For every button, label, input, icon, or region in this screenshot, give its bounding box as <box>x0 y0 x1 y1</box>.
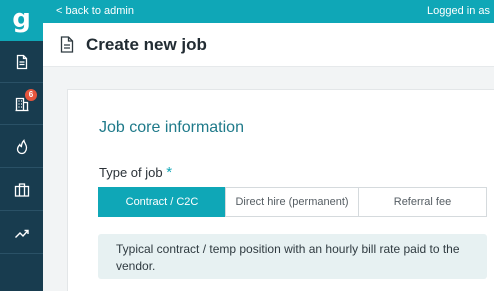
back-to-admin-link[interactable]: < back to admin <box>56 5 134 17</box>
required-asterisk: * <box>166 164 173 181</box>
trending-icon <box>14 229 29 238</box>
document-icon <box>60 36 74 53</box>
job-type-info-text: Typical contract / temp position with an… <box>116 242 460 273</box>
section-title: Job core information <box>99 119 244 136</box>
sidebar-item-reports[interactable] <box>0 212 43 254</box>
document-icon <box>16 54 27 69</box>
sidebar-item-companies[interactable]: 6 <box>0 83 43 125</box>
app-logo[interactable]: g <box>0 0 43 41</box>
briefcase-icon <box>14 182 29 197</box>
page-title: Create new job <box>86 35 207 54</box>
notification-badge: 6 <box>25 89 37 101</box>
sidebar-item-jobs[interactable] <box>0 169 43 211</box>
job-type-referral-fee-button[interactable]: Referral fee <box>358 187 487 217</box>
job-form-card: Job core information Type of job * Contr… <box>67 89 494 291</box>
job-type-info-box: Typical contract / temp position with an… <box>98 234 487 279</box>
sidebar-item-documents[interactable] <box>0 41 43 83</box>
sidebar: g 6 <box>0 0 43 291</box>
job-type-contract-button[interactable]: Contract / C2C <box>98 187 226 217</box>
job-type-selector: Contract / C2C Direct hire (permanent) R… <box>98 187 487 217</box>
logo-letter: g <box>12 3 31 34</box>
page-header: Create new job <box>43 23 494 67</box>
job-type-label-text: Type of job <box>99 165 163 180</box>
sidebar-item-hot[interactable] <box>0 126 43 168</box>
flame-icon <box>16 138 27 154</box>
logged-in-status: Logged in as <box>427 5 490 17</box>
job-type-label: Type of job * <box>99 164 172 181</box>
top-bar: < back to admin Logged in as <box>43 0 494 23</box>
job-type-direct-hire-button[interactable]: Direct hire (permanent) <box>225 187 359 217</box>
